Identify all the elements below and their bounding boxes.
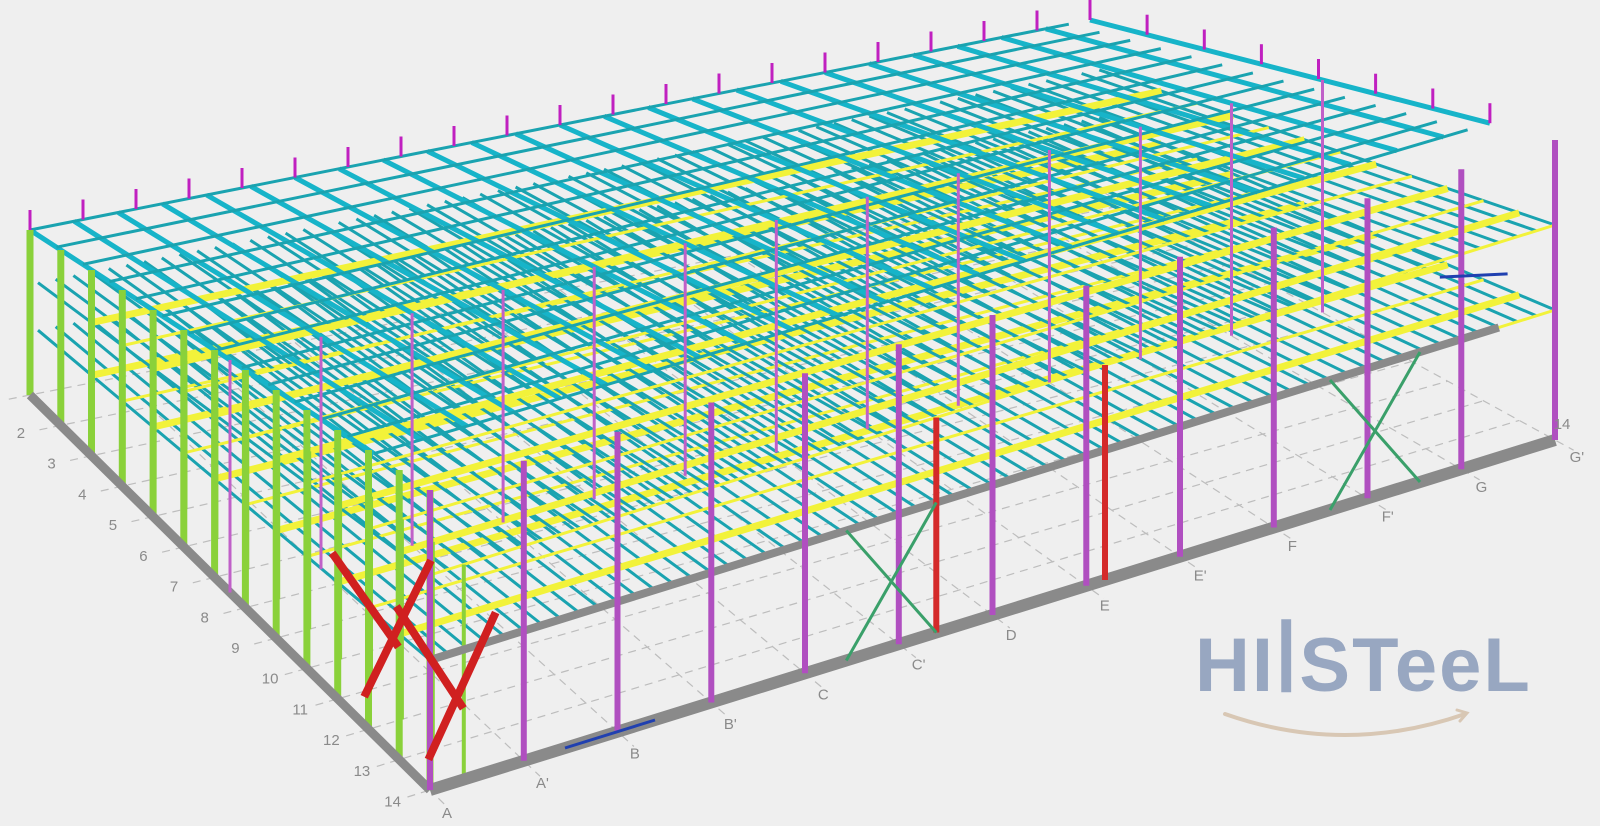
x-brace: [1328, 379, 1422, 483]
grid-label-letter: D: [1006, 627, 1017, 644]
grid-label-letter: C': [912, 657, 926, 674]
grid-label-number: 3: [47, 456, 55, 473]
grid-label-number: 9: [231, 640, 239, 657]
grid-label-letter: F: [1288, 538, 1297, 555]
grid-label-end: 14: [1554, 416, 1571, 433]
grid-label-letter: E': [1194, 568, 1207, 585]
grid-label-number: 8: [201, 609, 209, 626]
grid-label-letter: A: [442, 805, 452, 822]
grid-label-letter: B': [724, 716, 737, 733]
grid-label-letter: B: [630, 746, 640, 763]
grid-label-number: 13: [354, 763, 371, 780]
logo-wordmark: HIꟾSTeeL: [1195, 623, 1532, 708]
grid-label-number: 7: [170, 579, 178, 596]
grid-label-number: 4: [78, 486, 86, 503]
grid-label-letter: C: [818, 686, 829, 703]
smile-arc-icon: [1223, 708, 1470, 737]
grid-label-number: 11: [292, 701, 308, 718]
grid-label-number: 14: [384, 794, 401, 811]
grid-label-letter: E: [1100, 597, 1110, 614]
grid-label-letter: G': [1570, 449, 1585, 466]
hipsteel-logo: HIꟾSTeeL: [1195, 628, 1535, 758]
x-brace: [845, 529, 938, 634]
grid-label-number: 5: [109, 517, 117, 534]
grid-label-number: 2: [17, 425, 25, 442]
grid-label-letter: A': [536, 775, 549, 792]
steel-model-viewport: 1234567891011121314AA'BB'CC'DEE'FF'GG'14…: [0, 0, 1600, 826]
blue-brace: [564, 718, 656, 750]
grid-label-letter: G: [1476, 479, 1488, 496]
grid-label-number: 10: [262, 671, 279, 688]
grid-label-number: 6: [139, 548, 147, 565]
grid-label-number: 12: [323, 732, 340, 749]
grid-label-letter: F': [1382, 509, 1394, 526]
blue-brace: [1439, 272, 1508, 279]
